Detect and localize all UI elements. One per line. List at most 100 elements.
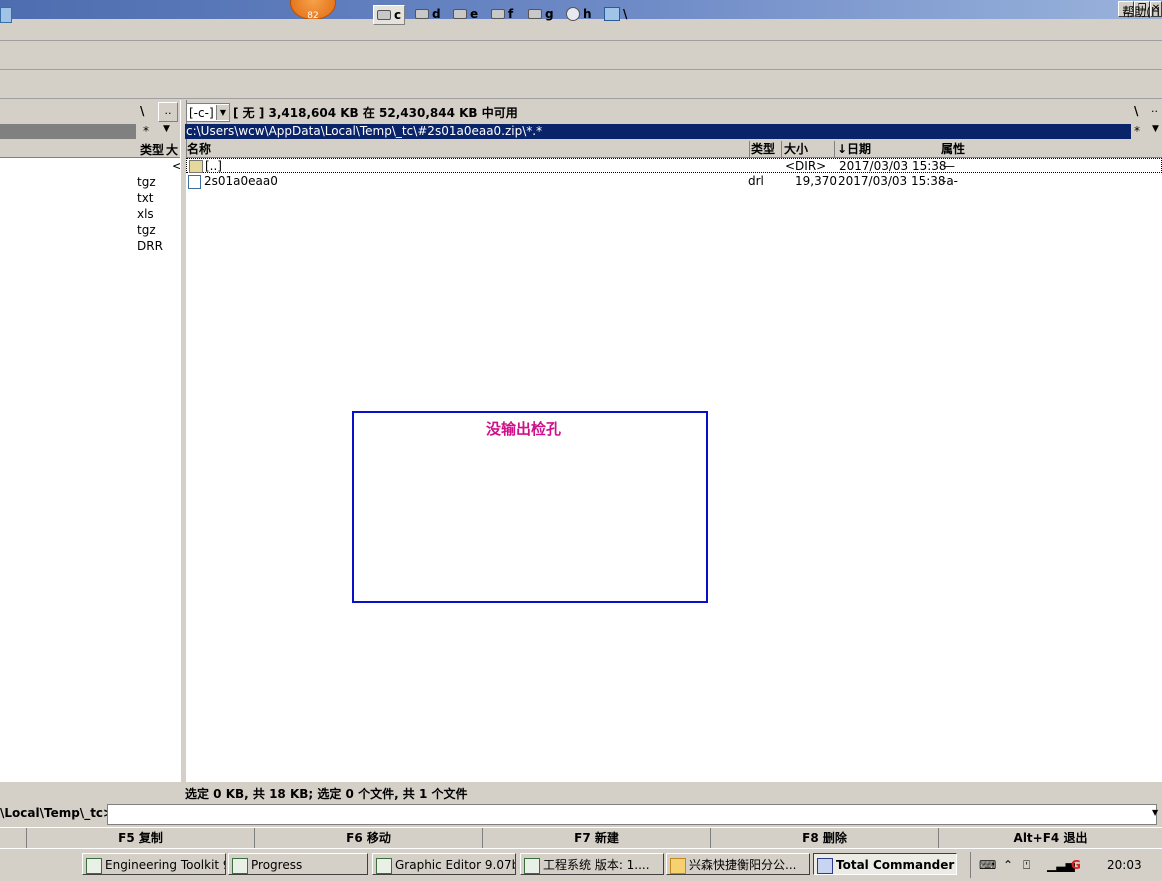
right-history-dropdown[interactable]: ▼ [1152,124,1159,134]
app-icon [524,857,540,874]
drive-icon [415,9,429,19]
parent-folder-icon [189,160,203,173]
list-item[interactable]: DRR [137,239,163,253]
table-row[interactable]: [..] <DIR> 2017/03/03 15:38 — [186,158,1162,173]
task-label: Graphic Editor 9.07b2... [395,858,515,872]
f7-new-button[interactable]: F7 新建 [482,828,710,849]
drive-button-c[interactable]: c [373,5,406,25]
drive-bar [0,70,1162,99]
app-tray-icon[interactable]: G [1071,858,1081,872]
calculator-icon[interactable] [0,7,12,23]
list-item[interactable]: tgz [137,223,156,237]
annotation-text: 没输出检孔 [486,420,562,438]
chevron-down-icon[interactable]: ▼ [216,105,229,120]
file-icon [188,175,201,189]
task-progress[interactable]: Progress [228,853,368,875]
right-column-header: 名称 类型 大小 ↓日期 属性 [186,141,1162,158]
list-item[interactable]: tgz [137,175,156,189]
column-divider[interactable] [749,141,750,157]
exit-button[interactable]: Alt+F4 退出 [938,828,1162,849]
left-file-list[interactable]: < tgz txt xls tgz DRR [0,158,182,782]
app-icon [232,857,248,874]
drive-icon [453,9,467,19]
file-attr: — [943,159,955,173]
task-total-commander[interactable]: Total Commander ... [813,853,957,875]
col-type[interactable]: 类型 [751,141,775,157]
list-item[interactable]: xls [137,207,154,221]
network-button[interactable]: \ [601,5,630,23]
command-input[interactable] [107,804,1157,825]
file-size: 19,370 [795,174,837,188]
drive-button-g[interactable]: g [525,5,557,23]
left-up-button[interactable]: .. [158,102,178,122]
task-xingsen[interactable]: 兴森快捷衡阳分公... [666,853,810,875]
taskbar: Engineering Toolkit 9.... Progress Graph… [0,848,1162,881]
network-icon [604,7,620,21]
status-text: 选定 0 KB, 共 18 KB; 选定 0 个文件, 共 1 个文件 [185,787,468,801]
column-divider[interactable] [834,141,835,157]
task-engineering-toolkit[interactable]: Engineering Toolkit 9.... [82,853,226,875]
right-path-bar[interactable]: c:\Users\wcw\AppData\Local\Temp\_tc\#2s0… [185,124,1131,139]
clock[interactable]: 20:03 [1107,858,1142,872]
drive-combo-value: [-c-] [189,105,214,120]
file-date: 2017/03/03 15:38 [839,159,947,173]
col-attr[interactable]: 属性 [941,141,965,157]
right-root-button[interactable]: \ [1134,104,1138,118]
f5-copy-button[interactable]: F5 复制 [26,828,254,849]
drive-icon [491,9,505,19]
task-label: 兴森快捷衡阳分公... [689,858,797,872]
right-filter-star[interactable]: * [1134,124,1140,138]
drive-label: f [508,7,514,21]
drive-label: \ [623,7,628,21]
right-drive-combo[interactable]: [-c-] ▼ [186,103,230,122]
left-col-size-label: 大 [166,143,179,157]
file-attr: -a- [942,174,959,188]
menu-help[interactable]: 帮助(H [1122,3,1160,20]
drive-button-e[interactable]: e [450,5,481,23]
task-graphic-editor[interactable]: Graphic Editor 9.07b2... [372,853,516,875]
left-col-type-label: 类型 [140,143,165,157]
app-icon [86,857,102,874]
command-history-dropdown[interactable]: ▼ [1152,804,1162,821]
function-key-bar: F5 复制 F6 移动 F7 新建 F8 删除 Alt+F4 退出 [0,827,1162,849]
app-icon [376,857,392,874]
star-icon [670,857,686,874]
col-date[interactable]: ↓日期 [837,141,871,157]
drive-button-f[interactable]: f [488,5,516,23]
cd-drive-icon [566,7,580,21]
f6-move-button[interactable]: F6 移动 [254,828,482,849]
task-engineering-system[interactable]: 工程系统 版本: 1.... [520,853,664,875]
drive-label: d [432,7,441,21]
f8-delete-button[interactable]: F8 删除 [710,828,938,849]
right-up-button[interactable]: .. [1151,102,1158,115]
task-label: 工程系统 版本: 1.... [543,858,650,872]
drive-icon [377,10,391,20]
col-name[interactable]: 名称 [187,141,211,157]
col-size[interactable]: 大小 [784,141,808,157]
drive-icon [528,9,542,19]
left-history-dropdown[interactable]: ▼ [163,124,170,134]
file-date: 2017/03/03 15:38 [838,174,946,188]
left-path-bar [0,124,136,139]
task-label: Engineering Toolkit 9.... [105,858,225,872]
task-label: Progress [251,858,303,872]
usb-icon[interactable]: ⍞ [1023,858,1030,873]
chevron-up-icon[interactable]: ⌃ [1003,858,1013,872]
toolbar [0,41,1162,70]
left-col-type[interactable]: 类型大 [140,141,178,158]
keyboard-icon[interactable]: ⌨ [979,858,996,872]
floppy-icon [817,857,833,874]
drive-label: h [583,7,592,21]
file-size: <DIR> [785,159,827,173]
list-item[interactable]: txt [137,191,154,205]
column-divider[interactable] [781,141,782,157]
task-label: Total Commander ... [836,858,956,872]
file-type: drl [748,174,764,188]
free-space-label: [ 无 ] 3,418,604 KB 在 52,430,844 KB 中可用 [233,106,518,120]
drive-button-h[interactable]: h [563,5,595,23]
file-name: 2s01a0eaa0 [204,174,278,188]
table-row[interactable]: 2s01a0eaa0 drl 19,370 2017/03/03 15:38 -… [186,174,1162,189]
left-filter-star[interactable]: * [143,124,149,138]
drive-button-d[interactable]: d [412,5,444,23]
left-root-button[interactable]: \ [140,104,144,118]
